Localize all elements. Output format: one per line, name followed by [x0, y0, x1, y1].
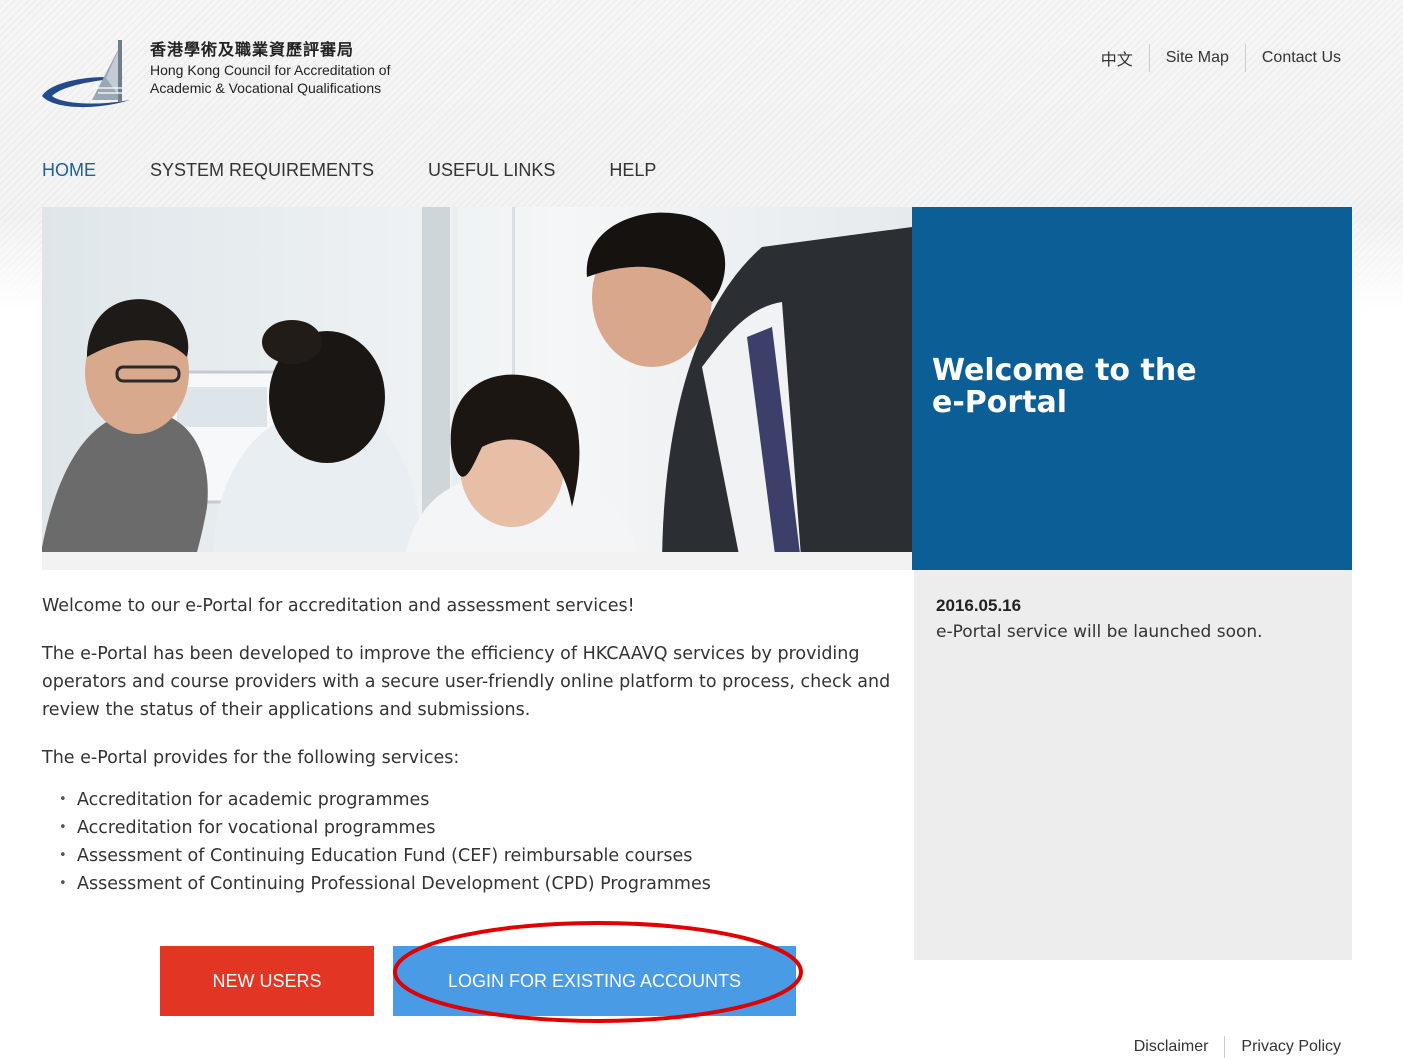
nav-home[interactable]: HOME	[42, 160, 96, 181]
nav-system-requirements[interactable]: SYSTEM REQUIREMENTS	[150, 160, 374, 181]
site-map-link[interactable]: Site Map	[1150, 49, 1245, 67]
services-heading: The e-Portal provides for the following …	[42, 748, 460, 768]
welcome-title-line1: Welcome to the	[932, 353, 1197, 388]
hero-image	[42, 207, 912, 570]
news-panel: 2016.05.16 e-Portal service will be laun…	[914, 570, 1352, 960]
footer-links: Disclaimer Privacy Policy	[1118, 1036, 1341, 1058]
services-list: Accreditation for academic programmes Ac…	[42, 786, 902, 898]
nav-help[interactable]: HELP	[609, 160, 656, 181]
main-content: Welcome to our e-Portal for accreditatio…	[42, 592, 902, 898]
disclaimer-link[interactable]: Disclaimer	[1118, 1038, 1225, 1056]
welcome-title-line2: e-Portal	[932, 385, 1068, 421]
welcome-panel: Welcome to the e-Portal	[912, 207, 1352, 570]
contact-us-link[interactable]: Contact Us	[1246, 49, 1341, 67]
logo-chinese-name: 香港學術及職業資歷評審局	[150, 40, 355, 59]
description-text: The e-Portal has been developed to impro…	[42, 644, 891, 720]
list-item: Accreditation for vocational programmes	[42, 814, 902, 842]
news-date: 2016.05.16	[936, 596, 1022, 615]
utility-links: 中文 Site Map Contact Us	[1085, 44, 1341, 72]
list-item: Assessment of Continuing Professional De…	[42, 870, 902, 898]
nav-useful-links[interactable]: USEFUL LINKS	[428, 160, 555, 181]
hkcaavq-logo[interactable]: 香港學術及職業資歷評審局 Hong Kong Council for Accre…	[40, 38, 440, 118]
list-item: Assessment of Continuing Education Fund …	[42, 842, 902, 870]
logo-english-name-line1: Hong Kong Council for Accreditation of	[150, 61, 391, 78]
logo-english-name-line2: Academic & Vocational Qualifications	[150, 79, 382, 96]
login-existing-accounts-button[interactable]: LOGIN FOR EXISTING ACCOUNTS	[393, 946, 796, 1016]
main-navigation: HOME SYSTEM REQUIREMENTS USEFUL LINKS HE…	[42, 160, 710, 181]
list-item: Accreditation for academic programmes	[42, 786, 902, 814]
welcome-title: Welcome to the e-Portal	[932, 353, 1332, 421]
chinese-language-link[interactable]: 中文	[1085, 46, 1149, 70]
intro-text: Welcome to our e-Portal for accreditatio…	[42, 596, 635, 616]
new-users-button[interactable]: NEW USERS	[160, 946, 374, 1016]
logo-emblem-icon	[42, 40, 130, 108]
privacy-policy-link[interactable]: Privacy Policy	[1225, 1038, 1341, 1056]
news-text: e-Portal service will be launched soon.	[936, 622, 1263, 642]
